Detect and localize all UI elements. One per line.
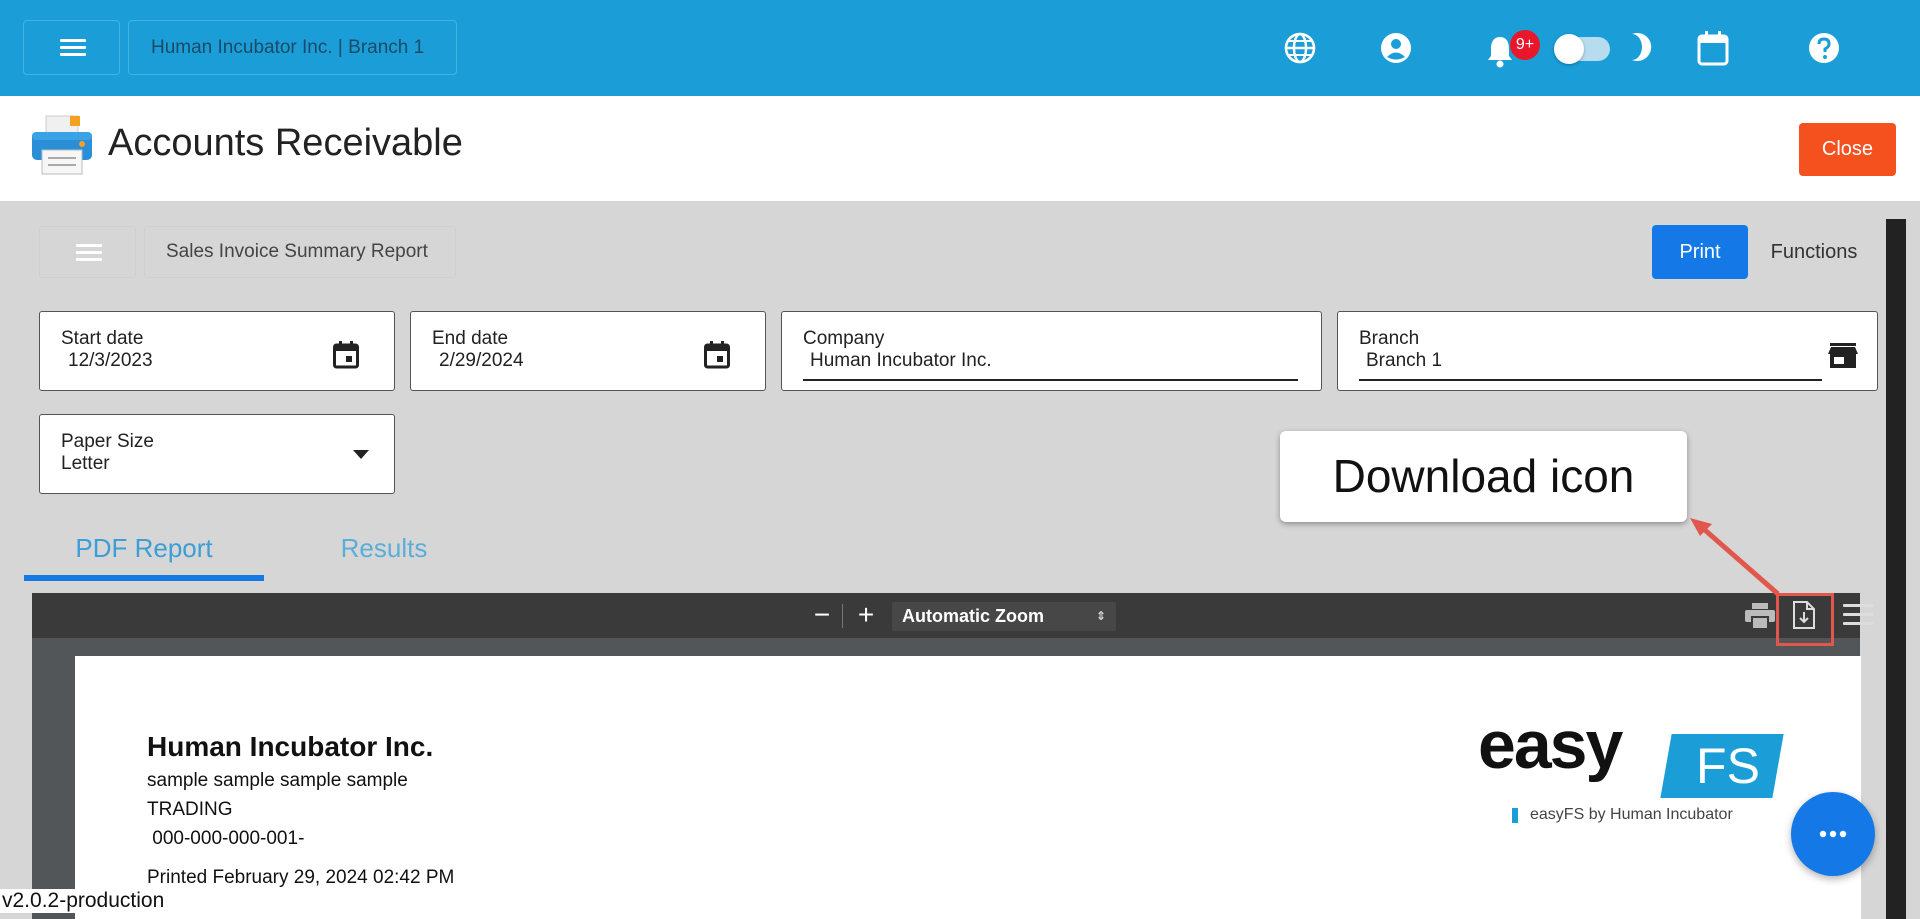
page-title: Accounts Receivable <box>108 122 463 164</box>
branch-label: Branch <box>1359 328 1420 349</box>
company-field[interactable]: Company Human Incubator Inc. <box>781 311 1322 391</box>
print-button[interactable]: Print <box>1652 225 1748 279</box>
tab-pdf-report[interactable]: PDF Report <box>24 527 264 579</box>
pdf-line: sample sample sample sample <box>147 770 408 791</box>
company-underline <box>803 379 1298 381</box>
calendar-icon[interactable] <box>333 341 359 369</box>
calendar-icon[interactable] <box>704 341 730 369</box>
chat-fab-button[interactable] <box>1791 792 1875 876</box>
report-name-label: Sales Invoice Summary Report <box>144 226 456 278</box>
paper-size-select[interactable]: Paper Size Letter <box>39 414 395 494</box>
start-date-value: 12/3/2023 <box>68 350 153 371</box>
branch-underline <box>1359 379 1822 381</box>
toggle-thumb <box>1554 34 1584 64</box>
pdf-company-name: Human Incubator Inc. <box>147 731 434 762</box>
logo-box-text: FS <box>1696 738 1760 794</box>
zoom-in-button[interactable]: + <box>855 601 877 629</box>
end-date-value: 2/29/2024 <box>439 350 524 371</box>
main-menu-button[interactable] <box>23 20 120 75</box>
help-icon[interactable] <box>1808 32 1840 64</box>
chevron-down-icon <box>353 450 369 459</box>
logo-word: easy <box>1478 707 1623 783</box>
tab-results[interactable]: Results <box>264 527 504 579</box>
dark-mode-toggle[interactable] <box>1554 34 1610 64</box>
logo-tagline: easyFS by Human Incubator <box>1530 806 1733 823</box>
hamburger-icon <box>76 244 102 262</box>
start-date-label: Start date <box>61 328 144 349</box>
printer-icon <box>32 115 92 175</box>
more-horizontal-icon <box>1819 830 1847 838</box>
paper-size-label: Paper Size <box>61 431 154 452</box>
hamburger-icon <box>60 39 86 57</box>
account-icon[interactable] <box>1380 32 1412 64</box>
start-date-field[interactable]: Start date 12/3/2023 <box>39 311 395 391</box>
download-highlight-box <box>1776 593 1834 646</box>
pdf-printed-date: Printed February 29, 2024 02:42 PM <box>147 867 455 888</box>
zoom-value: Automatic Zoom <box>902 606 1044 626</box>
logo-accent <box>1512 808 1518 823</box>
hamburger-icon[interactable] <box>1843 604 1873 626</box>
company-label: Company <box>803 328 885 349</box>
globe-icon[interactable] <box>1284 32 1316 64</box>
paper-size-value: Letter <box>61 453 110 474</box>
annotation-arrow <box>1690 518 1780 596</box>
scrollbar[interactable] <box>1886 219 1906 919</box>
active-tab-indicator <box>24 575 264 581</box>
version-label: v2.0.2-production <box>0 889 167 913</box>
calendar-icon[interactable] <box>1697 30 1729 66</box>
pdf-line: 000-000-000-001- <box>147 828 305 849</box>
notification-badge: 9+ <box>1510 30 1540 60</box>
org-branch-button[interactable]: Human Incubator Inc. | Branch 1 <box>128 20 457 75</box>
branch-field[interactable]: Branch Branch 1 <box>1337 311 1878 391</box>
annotation-callout: Download icon <box>1280 431 1687 522</box>
end-date-field[interactable]: End date 2/29/2024 <box>410 311 766 391</box>
moon-icon <box>1632 33 1652 61</box>
close-button[interactable]: Close <box>1799 123 1896 176</box>
select-arrows-icon: ⇕ <box>1095 609 1106 623</box>
zoom-out-button[interactable]: − <box>812 601 832 629</box>
divider <box>842 604 843 628</box>
store-icon[interactable] <box>1828 343 1858 369</box>
print-icon[interactable] <box>1745 603 1775 629</box>
pdf-line: TRADING <box>147 799 233 820</box>
functions-button[interactable]: Functions <box>1752 225 1876 279</box>
zoom-select[interactable]: Automatic Zoom ⇕ <box>892 602 1116 631</box>
branch-value: Branch 1 <box>1366 350 1443 371</box>
end-date-label: End date <box>432 328 509 349</box>
report-menu-button[interactable] <box>39 226 136 278</box>
company-value: Human Incubator Inc. <box>810 350 992 371</box>
